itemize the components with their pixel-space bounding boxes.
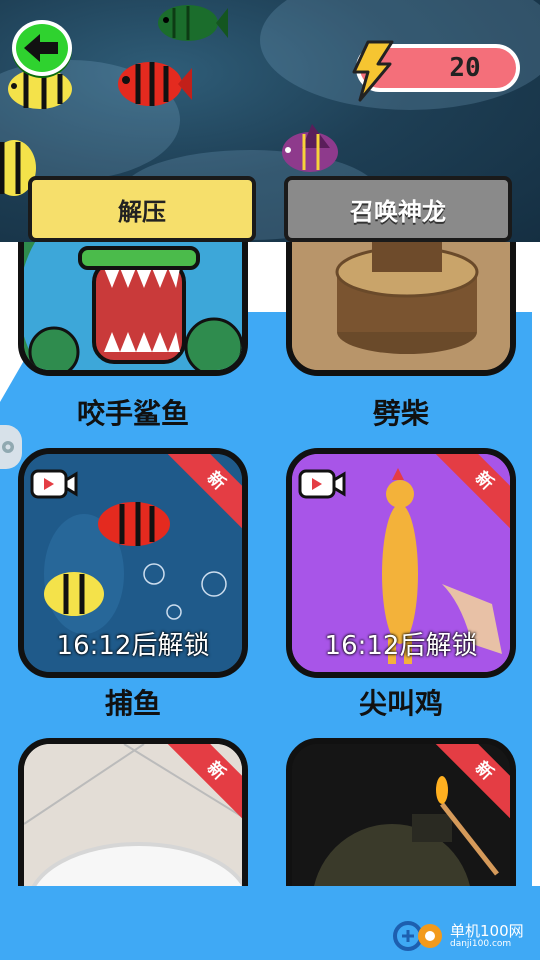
video-ad-icon: [298, 469, 346, 499]
watermark-sub: danji100.com: [450, 938, 512, 949]
watermark-main: 单机100网: [450, 921, 524, 940]
back-button[interactable]: [12, 20, 72, 76]
game-card-bomb[interactable]: 新: [286, 738, 516, 886]
game-title-chop-wood: 劈柴: [372, 397, 429, 430]
tab-summon-dragon-label: 召唤神龙: [350, 197, 446, 226]
game-card-chop-wood[interactable]: [286, 242, 516, 376]
wood-game-thumbnail: [292, 242, 510, 370]
watermark-logo-icon: [393, 921, 442, 951]
energy-value: 20: [449, 53, 481, 83]
game-card-fishing[interactable]: 新 16:12后解锁: [18, 448, 248, 678]
unlock-countdown: 16:12后解锁: [324, 631, 478, 661]
game-list-area[interactable]: 咬手鲨鱼 劈柴 新 16:12后解锁 捕鱼 新 16:12后解锁 尖叫鸡 新 新: [0, 242, 540, 886]
side-float-button[interactable]: [0, 425, 22, 469]
tab-summon-dragon[interactable]: 召唤神龙: [284, 176, 512, 242]
game-title-shark: 咬手鲨鱼: [76, 397, 189, 430]
header-sea-background: 20 解压 召唤神龙: [0, 0, 540, 242]
game-title-screaming-chicken: 尖叫鸡: [358, 687, 443, 720]
purple-fish-decoration: [282, 124, 338, 172]
game-card-shark[interactable]: [18, 242, 248, 376]
game-title-fishing: 捕鱼: [104, 687, 161, 720]
tab-relief-label: 解压: [118, 197, 166, 226]
video-ad-icon: [30, 469, 78, 499]
game-card-plate[interactable]: 新: [18, 738, 248, 886]
lightning-bolt-icon: [352, 40, 394, 102]
shark-game-thumbnail: [24, 242, 242, 370]
watermark: 单机100网 danji100.com: [392, 920, 524, 952]
settings-gear-icon: [2, 441, 14, 453]
tab-relief[interactable]: 解压: [28, 176, 256, 242]
green-fish-decoration: [158, 5, 228, 41]
unlock-countdown: 16:12后解锁: [56, 631, 210, 661]
game-card-screaming-chicken[interactable]: 新 16:12后解锁: [286, 448, 516, 678]
back-arrow-icon: [24, 34, 58, 62]
red-fish-decoration: [118, 62, 192, 106]
